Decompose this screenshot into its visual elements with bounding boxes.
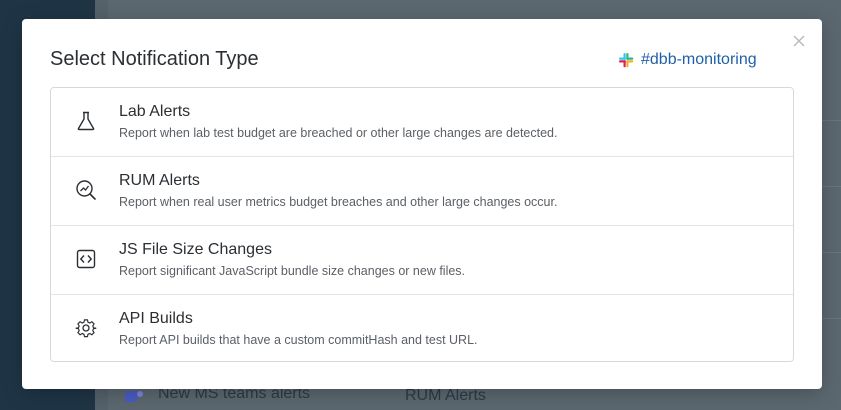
option-api-builds[interactable]: API Builds Report API builds that have a… xyxy=(51,295,793,361)
option-js-file-size-changes[interactable]: JS File Size Changes Report significant … xyxy=(51,226,793,295)
channel-name: #dbb-monitoring xyxy=(641,51,757,68)
option-title: JS File Size Changes xyxy=(119,241,272,258)
close-icon[interactable] xyxy=(790,32,808,50)
option-title: RUM Alerts xyxy=(119,172,200,189)
option-description: Report API builds that have a custom com… xyxy=(119,333,478,347)
slack-channel: #dbb-monitoring xyxy=(618,50,757,70)
flask-icon xyxy=(77,111,95,131)
gear-icon xyxy=(75,319,97,338)
magnifier-chart-icon xyxy=(76,180,96,200)
option-title: API Builds xyxy=(119,310,193,327)
option-description: Report when lab test budget are breached… xyxy=(119,126,558,140)
row-type: RUM Alerts xyxy=(405,387,486,404)
code-file-icon xyxy=(76,249,96,269)
notification-type-list: Lab Alerts Report when lab test budget a… xyxy=(50,87,794,362)
teams-icon xyxy=(125,391,143,402)
option-rum-alerts[interactable]: RUM Alerts Report when real user metrics… xyxy=(51,157,793,226)
option-lab-alerts[interactable]: Lab Alerts Report when lab test budget a… xyxy=(51,88,793,157)
notification-type-modal: Select Notification Type #dbb-monitoring… xyxy=(22,19,822,389)
option-description: Report significant JavaScript bundle siz… xyxy=(119,264,466,278)
option-title: Lab Alerts xyxy=(119,103,191,120)
modal-title: Select Notification Type xyxy=(50,48,259,70)
option-description: Report when real user metrics budget bre… xyxy=(119,195,558,209)
slack-icon xyxy=(619,53,634,68)
